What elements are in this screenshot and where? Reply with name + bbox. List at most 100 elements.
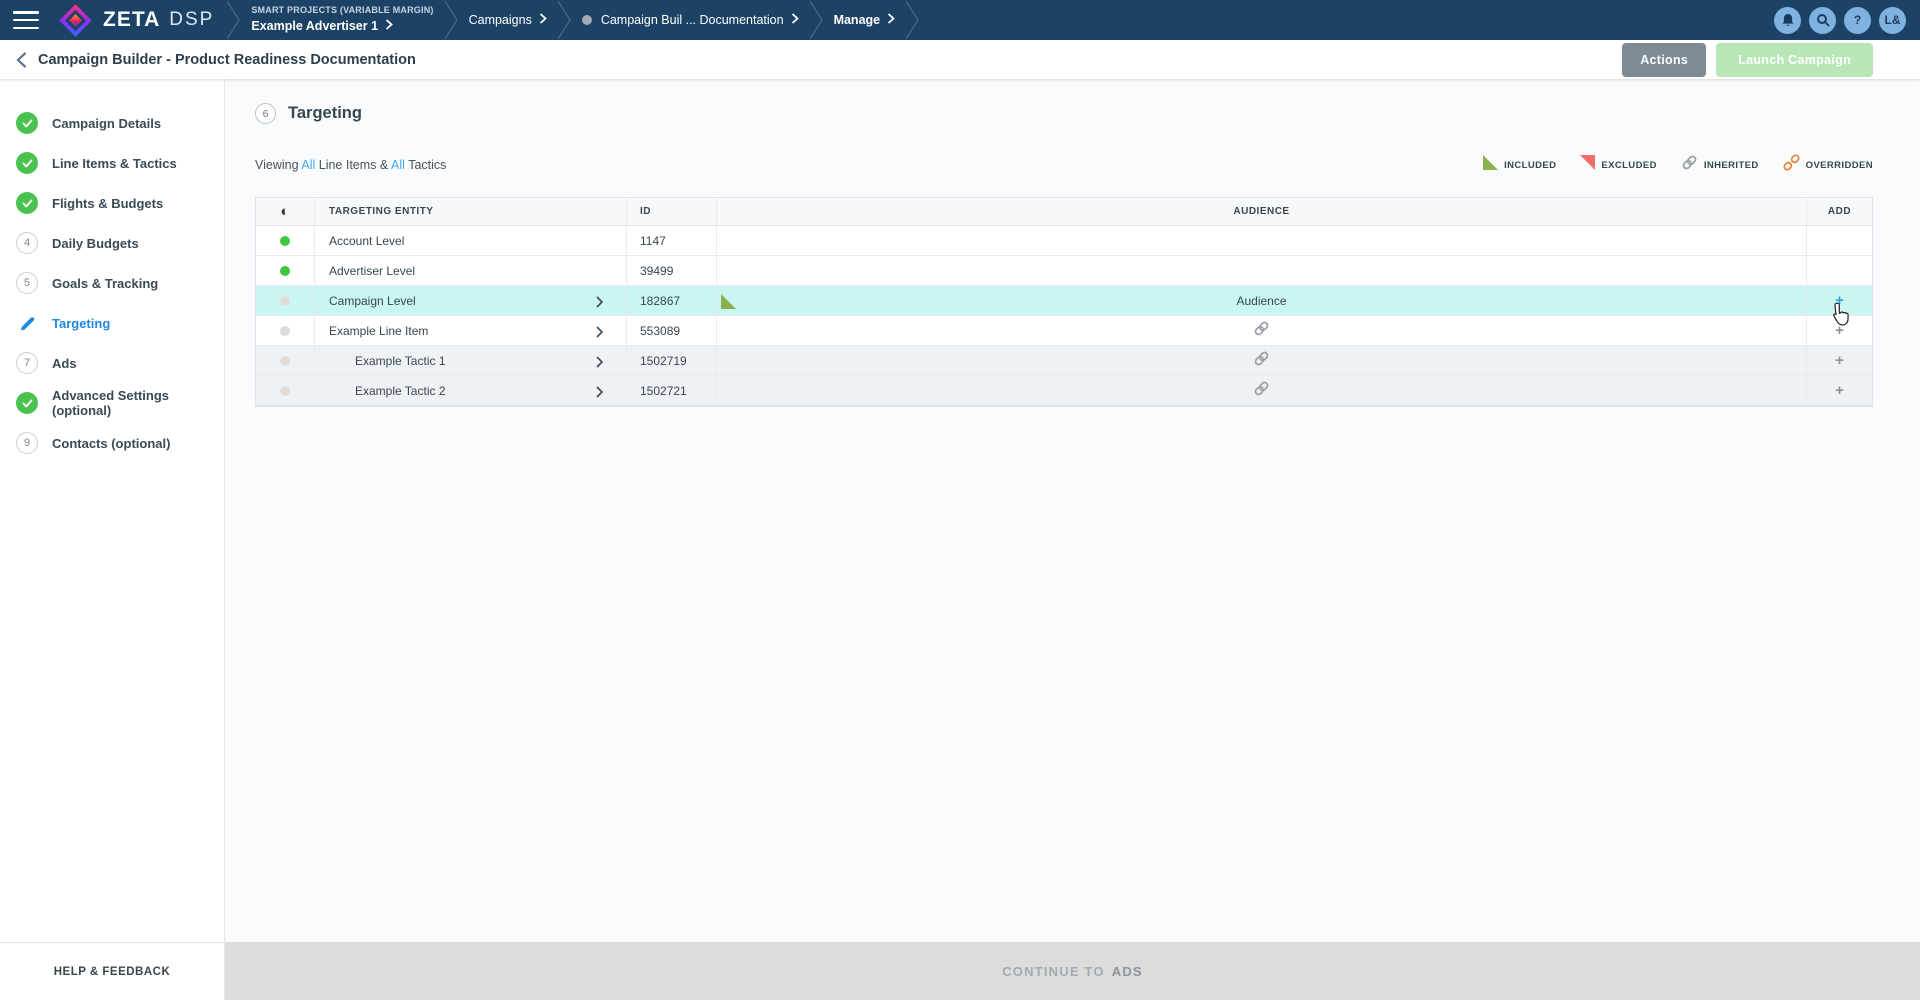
- sidebar-item-daily-budgets[interactable]: 4Daily Budgets: [0, 223, 224, 263]
- sidebar-item-flights-budgets[interactable]: Flights & Budgets: [0, 183, 224, 223]
- contrast-icon: ◐: [280, 203, 290, 220]
- chevron-right-icon[interactable]: [595, 325, 604, 343]
- help-feedback-button[interactable]: HELP & FEEDBACK: [0, 942, 225, 1000]
- back-button[interactable]: [4, 40, 38, 79]
- row-id-cell: 1502721: [627, 376, 717, 405]
- row-entity-cell[interactable]: Advertiser Level: [315, 256, 627, 285]
- row-add-cell: +: [1807, 376, 1872, 405]
- search-button[interactable]: [1809, 7, 1836, 34]
- breadcrumb-item[interactable]: SMART PROJECTS (VARIABLE MARGIN)Example …: [245, 5, 439, 35]
- row-id-cell: 553089: [627, 316, 717, 345]
- step-number-badge: 5: [16, 272, 38, 294]
- table-row[interactable]: Example Tactic 2 1502721 +: [256, 376, 1872, 406]
- breadcrumb-item[interactable]: Manage: [828, 11, 902, 29]
- chevron-right-icon[interactable]: [595, 385, 604, 403]
- chevron-down-icon[interactable]: [887, 11, 895, 29]
- help-button[interactable]: ?: [1844, 7, 1871, 34]
- legend-label: OVERRIDDEN: [1806, 160, 1873, 171]
- brand-logo[interactable]: ZETA DSP: [56, 8, 214, 32]
- top-nav: ZETA DSP SMART PROJECTS (VARIABLE MARGIN…: [0, 0, 1920, 40]
- breadcrumb-item[interactable]: Campaign Buil ... Documentation: [576, 11, 805, 29]
- entity-id: 182867: [640, 294, 680, 308]
- sidebar-item-label: Ads: [52, 356, 77, 371]
- sidebar-item-advanced-settings-optional[interactable]: Advanced Settings (optional): [0, 383, 224, 423]
- status-dot-gray-icon: [280, 326, 290, 336]
- breadcrumb-separator-icon: [809, 0, 824, 40]
- filter-all-tactics-link[interactable]: All: [391, 158, 405, 172]
- sidebar-item-targeting[interactable]: Targeting: [0, 303, 224, 343]
- row-audience-cell[interactable]: [717, 316, 1807, 345]
- entity-name: Example Line Item: [329, 324, 428, 338]
- actions-button[interactable]: Actions: [1622, 43, 1706, 77]
- add-targeting-button[interactable]: +: [1835, 292, 1844, 309]
- add-targeting-button[interactable]: +: [1835, 382, 1844, 399]
- row-entity-cell[interactable]: Account Level: [315, 226, 627, 255]
- entity-name: Advertiser Level: [329, 264, 415, 278]
- breadcrumb-eyebrow: SMART PROJECTS (VARIABLE MARGIN): [251, 5, 433, 15]
- row-id-cell: 39499: [627, 256, 717, 285]
- chevron-right-icon[interactable]: [595, 355, 604, 373]
- notifications-button[interactable]: [1774, 7, 1801, 34]
- row-id-cell: 1147: [627, 226, 717, 255]
- entity-id: 39499: [640, 264, 673, 278]
- bell-icon: [1781, 13, 1795, 28]
- table-row[interactable]: Example Line Item 553089 +: [256, 316, 1872, 346]
- entity-name: Example Tactic 2: [329, 384, 446, 398]
- row-audience-cell[interactable]: Audience: [717, 286, 1807, 315]
- table-row[interactable]: Example Tactic 11502719+: [256, 346, 1872, 376]
- targeting-table: ◐ TARGETING ENTITY ID AUDIENCE ADD Accou…: [255, 197, 1873, 407]
- legend-overridden-icon: [1783, 154, 1800, 176]
- table-row[interactable]: Account Level 1147: [256, 226, 1872, 256]
- row-add-cell: +: [1807, 346, 1872, 375]
- status-dot-green-icon: [280, 236, 290, 246]
- targeting-legend: INCLUDEDEXCLUDEDINHERITEDOVERRIDDEN: [1483, 154, 1873, 176]
- launch-campaign-button[interactable]: Launch Campaign: [1716, 43, 1873, 77]
- row-status-cell: [256, 256, 315, 285]
- row-status-cell: [256, 346, 315, 375]
- legend-label: INCLUDED: [1504, 160, 1556, 171]
- column-header-audience: AUDIENCE: [717, 198, 1807, 225]
- status-dot-gray-icon: [280, 296, 290, 306]
- add-targeting-button[interactable]: +: [1835, 322, 1844, 339]
- row-audience-cell[interactable]: [717, 226, 1807, 255]
- breadcrumb-label: Manage: [834, 13, 881, 27]
- sidebar-item-campaign-details[interactable]: Campaign Details: [0, 103, 224, 143]
- audience-chip-label[interactable]: Audience: [1236, 294, 1286, 308]
- chevron-down-icon[interactable]: [791, 11, 799, 29]
- avatar[interactable]: L&: [1879, 7, 1906, 34]
- avatar-initials: L&: [1885, 13, 1901, 27]
- add-targeting-button[interactable]: +: [1835, 352, 1844, 369]
- chevron-down-icon[interactable]: [539, 11, 547, 29]
- breadcrumb-label: Campaigns: [469, 13, 532, 27]
- chevron-down-icon[interactable]: [385, 17, 393, 35]
- filter-all-line-items-link[interactable]: All: [301, 158, 315, 172]
- row-entity-cell[interactable]: Example Line Item: [315, 316, 627, 345]
- row-audience-cell[interactable]: [717, 256, 1807, 285]
- legend-item-inherited: INHERITED: [1681, 154, 1759, 176]
- column-header-targeting-entity: TARGETING ENTITY: [315, 198, 627, 225]
- chevron-right-icon[interactable]: [595, 295, 604, 313]
- question-mark-icon: ?: [1854, 13, 1861, 27]
- sidebar-item-line-items-tactics[interactable]: Line Items & Tactics: [0, 143, 224, 183]
- status-dot-gray-icon: [280, 386, 290, 396]
- row-entity-cell[interactable]: Example Tactic 1: [315, 346, 627, 375]
- table-row[interactable]: Campaign Level 182867 Audience +: [256, 286, 1872, 316]
- row-entity-cell[interactable]: Campaign Level: [315, 286, 627, 315]
- column-header-status[interactable]: ◐: [256, 198, 315, 225]
- hamburger-menu-icon[interactable]: [13, 11, 39, 29]
- viewing-filter-text: Viewing All Line Items & All Tactics: [255, 158, 446, 172]
- sidebar-item-contacts-optional[interactable]: 9Contacts (optional): [0, 423, 224, 463]
- row-entity-cell[interactable]: Example Tactic 2: [315, 376, 627, 405]
- entity-name: Account Level: [329, 234, 404, 248]
- row-audience-cell[interactable]: [717, 376, 1807, 405]
- step-number-badge: 6: [255, 103, 276, 124]
- continue-to-ads-button[interactable]: CONTINUE TO ADS: [225, 942, 1920, 1000]
- step-number-badge: 9: [16, 432, 38, 454]
- row-audience-cell[interactable]: [717, 346, 1807, 375]
- breadcrumb-item[interactable]: Campaigns: [463, 11, 553, 29]
- row-status-cell: [256, 286, 315, 315]
- brand-name: ZETA: [103, 8, 160, 32]
- sidebar-item-ads[interactable]: 7Ads: [0, 343, 224, 383]
- table-row[interactable]: Advertiser Level 39499: [256, 256, 1872, 286]
- sidebar-item-goals-tracking[interactable]: 5Goals & Tracking: [0, 263, 224, 303]
